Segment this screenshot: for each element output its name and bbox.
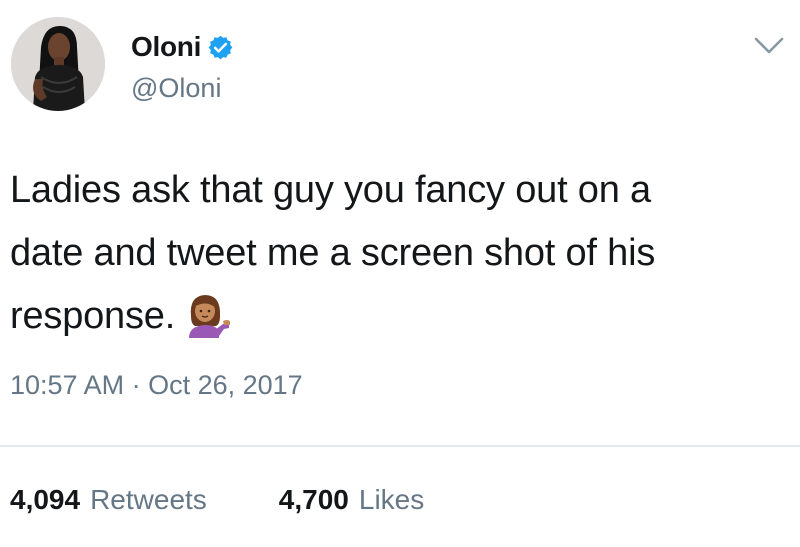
tweet-text-line: Ladies ask that guy you fancy out on a: [10, 169, 651, 211]
retweets-stat[interactable]: 4,094 Retweets: [10, 484, 207, 516]
timestamp[interactable]: 10:57 AM · Oct 26, 2017: [10, 370, 303, 401]
avatar[interactable]: [11, 17, 105, 111]
retweets-label: Retweets: [90, 484, 207, 515]
likes-count: 4,700: [278, 484, 349, 515]
retweets-count: 4,094: [10, 484, 81, 515]
profile-photo-icon: [11, 17, 105, 111]
name-row: Oloni: [131, 29, 234, 65]
tweet-text: Ladies ask that guy you fancy out on a d…: [10, 159, 780, 348]
tweet-stats: 4,094 Retweets 4,700 Likes: [10, 484, 424, 516]
chevron-down-icon[interactable]: [753, 35, 785, 57]
person-tipping-hand-emoji-icon: [183, 290, 231, 338]
likes-label: Likes: [358, 484, 425, 515]
tweet-text-line: date and tweet me a screen shot of his: [10, 232, 656, 274]
tweet-text-line: response.: [10, 295, 176, 337]
tweet-card: Oloni @Oloni Ladies ask that guy you fan…: [0, 0, 800, 547]
author-info: Oloni @Oloni: [131, 29, 234, 104]
tweet-text-line-last: response.: [10, 285, 780, 348]
verified-badge-icon: [207, 34, 234, 61]
display-name[interactable]: Oloni: [131, 31, 201, 63]
likes-stat[interactable]: 4,700 Likes: [279, 484, 424, 516]
handle[interactable]: @Oloni: [131, 73, 234, 104]
divider: [0, 445, 800, 447]
